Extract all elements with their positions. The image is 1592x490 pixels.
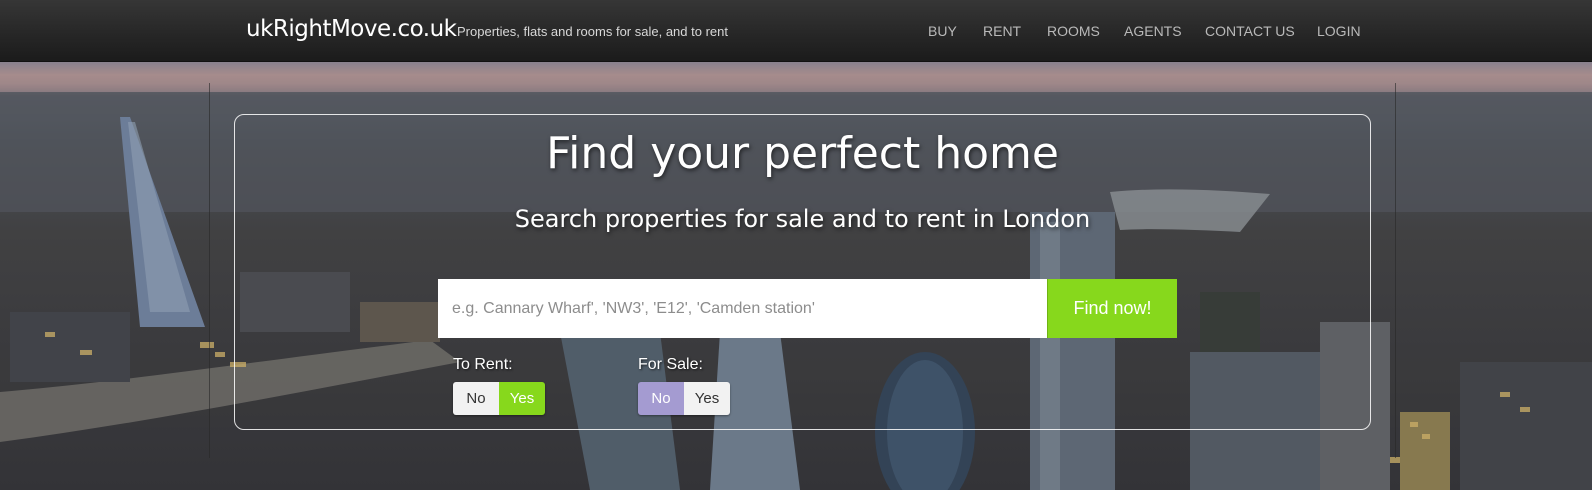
nav-rent[interactable]: RENT (983, 23, 1021, 39)
hero-subheadline: Search properties for sale and to rent i… (514, 205, 1091, 233)
for-sale-no-option[interactable]: No (638, 382, 684, 415)
for-sale-yes-option[interactable]: Yes (684, 382, 730, 415)
nav-login[interactable]: LOGIN (1317, 23, 1361, 39)
nav-buy[interactable]: BUY (928, 23, 957, 39)
to-rent-toggle: No Yes (453, 382, 545, 415)
hero-headline: Find your perfect home (546, 128, 1059, 179)
top-navbar: ukRightMove.co.uk Properties, flats and … (0, 0, 1592, 62)
to-rent-no-option[interactable]: No (453, 382, 499, 415)
for-sale-label: For Sale: (638, 356, 703, 373)
nav-agents[interactable]: AGENTS (1124, 23, 1182, 39)
nav-contact-us[interactable]: CONTACT US (1205, 23, 1295, 39)
for-sale-toggle: No Yes (638, 382, 730, 415)
to-rent-label: To Rent: (453, 356, 513, 373)
to-rent-yes-option[interactable]: Yes (499, 382, 545, 415)
nav-rooms[interactable]: ROOMS (1047, 23, 1100, 39)
find-now-button[interactable]: Find now! (1047, 279, 1177, 338)
search-input[interactable] (438, 279, 1047, 338)
main-nav: BUY RENT ROOMS AGENTS CONTACT US LOGIN (0, 23, 1592, 43)
